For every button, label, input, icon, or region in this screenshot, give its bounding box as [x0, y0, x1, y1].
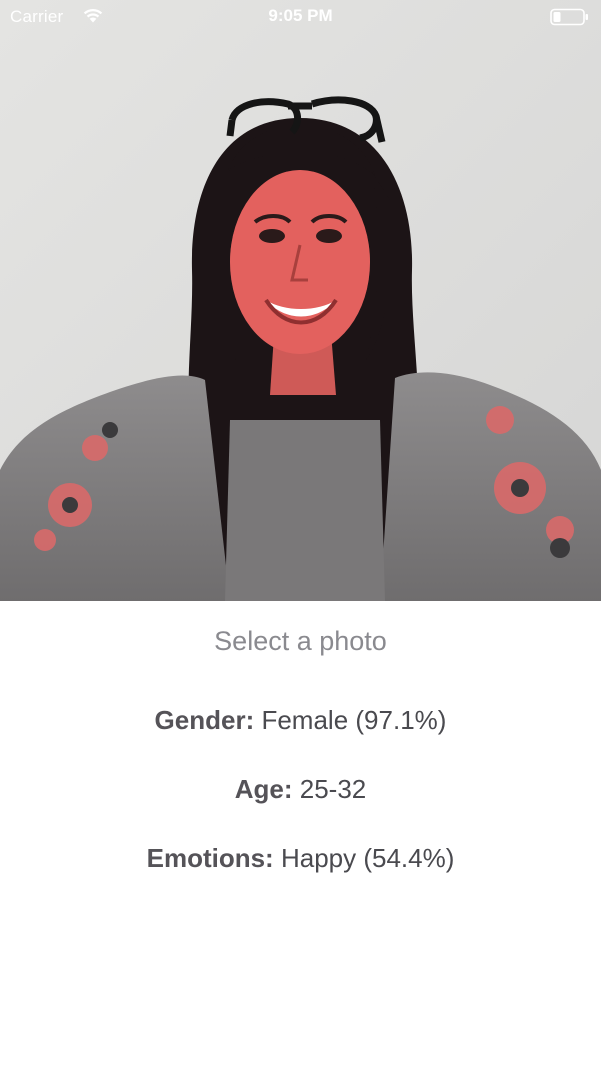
select-photo-button[interactable]: Select a photo: [0, 626, 601, 657]
status-time: 9:05 PM: [268, 6, 333, 25]
selected-photo: [0, 0, 601, 601]
app-screen: Carrier 9:05 PM Select a photo Gender: F…: [0, 0, 601, 1069]
battery-low-icon: [550, 8, 588, 26]
emotions-result: Emotions: Happy (54.4%): [0, 843, 601, 874]
status-bar: Carrier 9:05 PM: [0, 0, 601, 34]
emotions-label: Emotions:: [146, 843, 274, 873]
portrait-image: [0, 0, 601, 601]
age-result: Age: 25-32: [0, 774, 601, 805]
emotions-value: Happy (54.4%): [280, 843, 455, 873]
gender-value: Female (97.1%): [261, 705, 447, 735]
gender-label: Gender:: [154, 705, 255, 735]
age-label: Age:: [234, 774, 293, 804]
age-value: 25-32: [299, 774, 367, 804]
gender-result: Gender: Female (97.1%): [0, 705, 601, 736]
